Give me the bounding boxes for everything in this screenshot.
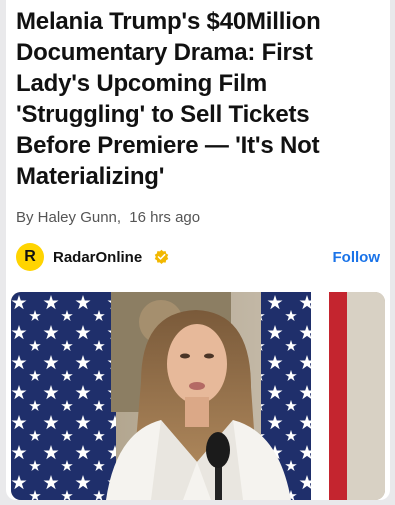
publisher-logo[interactable]: R (16, 243, 44, 271)
follow-button[interactable]: Follow (333, 249, 381, 266)
article-headline[interactable]: Melania Trump's $40Million Documentary D… (16, 6, 388, 192)
byline: By Haley Gunn, 16 hrs ago (16, 209, 200, 226)
byline-time: 16 hrs ago (129, 209, 201, 226)
news-card[interactable]: Melania Trump's $40Million Documentary D… (6, 0, 390, 500)
publisher-row: R RadarOnline Follow (16, 241, 388, 273)
article-image[interactable] (11, 292, 385, 500)
publisher-name[interactable]: RadarOnline (53, 249, 142, 266)
article-photo-illustration (11, 292, 385, 500)
byline-author: By Haley Gunn, (16, 209, 122, 226)
verified-badge-icon (154, 249, 169, 264)
